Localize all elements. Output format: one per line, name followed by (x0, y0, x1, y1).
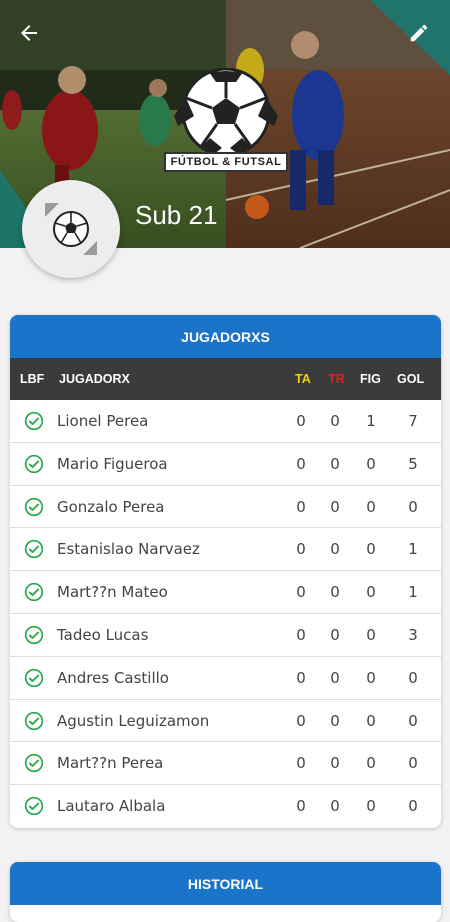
player-tr: 0 (330, 583, 340, 602)
player-gol: 3 (408, 625, 418, 644)
player-name: Tadeo Lucas (57, 625, 149, 644)
table-row[interactable]: Gonzalo Perea 0 0 0 0 (10, 486, 441, 529)
player-gol: 5 (408, 454, 418, 473)
col-gol: GOL (397, 372, 425, 386)
history-section-title: HISTORIAL (10, 862, 441, 905)
player-fig: 0 (366, 497, 376, 516)
check-circle-icon (24, 454, 44, 473)
player-gol: 0 (408, 668, 418, 687)
team-name: Sub 21 (135, 200, 218, 230)
check-circle-icon (24, 411, 44, 431)
check-circle-icon (24, 754, 44, 773)
check-circle-icon (24, 540, 44, 559)
player-ta: 0 (296, 412, 306, 430)
check-circle-icon (24, 668, 44, 687)
col-lbf: LBF (20, 372, 45, 386)
back-button[interactable] (12, 16, 46, 50)
player-name: Mart??n Perea (57, 754, 164, 773)
table-row[interactable]: Tadeo Lucas 0 0 0 3 (10, 614, 441, 657)
player-ta: 0 (296, 540, 306, 559)
player-gol: 1 (408, 583, 418, 602)
league-logo: FÚTBOL & FUTSAL (164, 68, 288, 174)
player-fig: 0 (366, 711, 376, 730)
player-name: Agustin Leguizamon (57, 711, 210, 730)
table-row[interactable]: Estanislao Narvaez 0 0 0 1 (10, 528, 441, 572)
players-table-header: LBF JUGADORX TA TR FIG GOL (10, 358, 441, 400)
player-name: Estanislao Narvaez (57, 540, 200, 559)
player-gol: 0 (408, 754, 418, 773)
col-fig: FIG (360, 372, 381, 386)
col-jugadorx: JUGADORX (59, 372, 130, 386)
table-row[interactable]: Andres Castillo 0 0 0 0 (10, 657, 441, 700)
col-tr: TR (328, 372, 345, 386)
col-ta: TA (295, 372, 311, 386)
player-tr: 0 (330, 625, 340, 644)
table-row[interactable]: Lionel Perea 0 0 1 7 (10, 400, 441, 443)
player-gol: 7 (408, 412, 418, 430)
player-fig: 0 (366, 454, 376, 473)
check-circle-icon (24, 497, 44, 516)
player-fig: 0 (366, 668, 376, 687)
table-row[interactable]: Agustin Leguizamon 0 0 0 0 (10, 700, 441, 743)
player-fig: 0 (366, 540, 376, 559)
player-name: Lionel Perea (57, 412, 149, 430)
league-logo-text: FÚTBOL & FUTSAL (164, 152, 288, 172)
player-tr: 0 (330, 797, 340, 816)
team-avatar (22, 180, 120, 278)
table-row[interactable]: Lautaro Albala 0 0 0 0 (10, 785, 441, 828)
player-name: Gonzalo Perea (57, 497, 165, 516)
player-name: Mart??n Mateo (57, 583, 168, 602)
check-circle-icon (24, 583, 44, 602)
player-tr: 0 (330, 540, 340, 559)
pencil-icon (410, 24, 428, 42)
player-fig: 0 (366, 583, 376, 602)
player-fig: 0 (366, 754, 376, 773)
soccer-ball-icon (174, 68, 278, 157)
table-row[interactable]: Mart??n Perea 0 0 0 0 (10, 742, 441, 786)
check-circle-icon (24, 797, 44, 816)
player-ta: 0 (296, 583, 306, 602)
player-fig: 0 (366, 625, 376, 644)
player-ta: 0 (296, 754, 306, 773)
player-ta: 0 (296, 454, 306, 473)
player-name: Andres Castillo (57, 668, 169, 687)
player-gol: 0 (408, 497, 418, 516)
players-card: JUGADORXS LBF JUGADORX TA TR FIG GOL Lio… (10, 315, 441, 828)
player-tr: 0 (330, 711, 340, 730)
check-circle-icon (24, 711, 44, 730)
check-circle-icon (24, 625, 44, 645)
player-fig: 0 (366, 797, 376, 816)
history-card[interactable]: HISTORIAL (10, 862, 441, 922)
players-table-body: Lionel Perea 0 0 1 7 Mario Figueroa 0 0 0 5 Gonzal… (10, 400, 441, 828)
player-ta: 0 (296, 668, 306, 687)
player-ta: 0 (296, 797, 306, 816)
player-ta: 0 (296, 711, 306, 730)
player-tr: 0 (330, 754, 340, 773)
table-row[interactable]: Mart??n Mateo 0 0 0 1 (10, 571, 441, 614)
player-ta: 0 (296, 625, 306, 644)
player-name: Lautaro Albala (57, 797, 166, 816)
player-tr: 0 (330, 454, 340, 473)
player-tr: 0 (330, 412, 340, 430)
player-gol: 0 (408, 797, 418, 816)
arrow-left-icon (21, 25, 37, 41)
player-gol: 1 (408, 540, 418, 559)
player-fig: 1 (366, 412, 376, 430)
player-name: Mario Figueroa (57, 454, 168, 473)
player-ta: 0 (296, 497, 306, 516)
players-section-title: JUGADORXS (10, 315, 441, 358)
player-gol: 0 (408, 711, 418, 730)
player-tr: 0 (330, 497, 340, 516)
player-tr: 0 (330, 668, 340, 687)
edit-button[interactable] (402, 16, 436, 50)
table-row[interactable]: Mario Figueroa 0 0 0 5 (10, 443, 441, 486)
soccer-ball-icon (45, 203, 97, 255)
